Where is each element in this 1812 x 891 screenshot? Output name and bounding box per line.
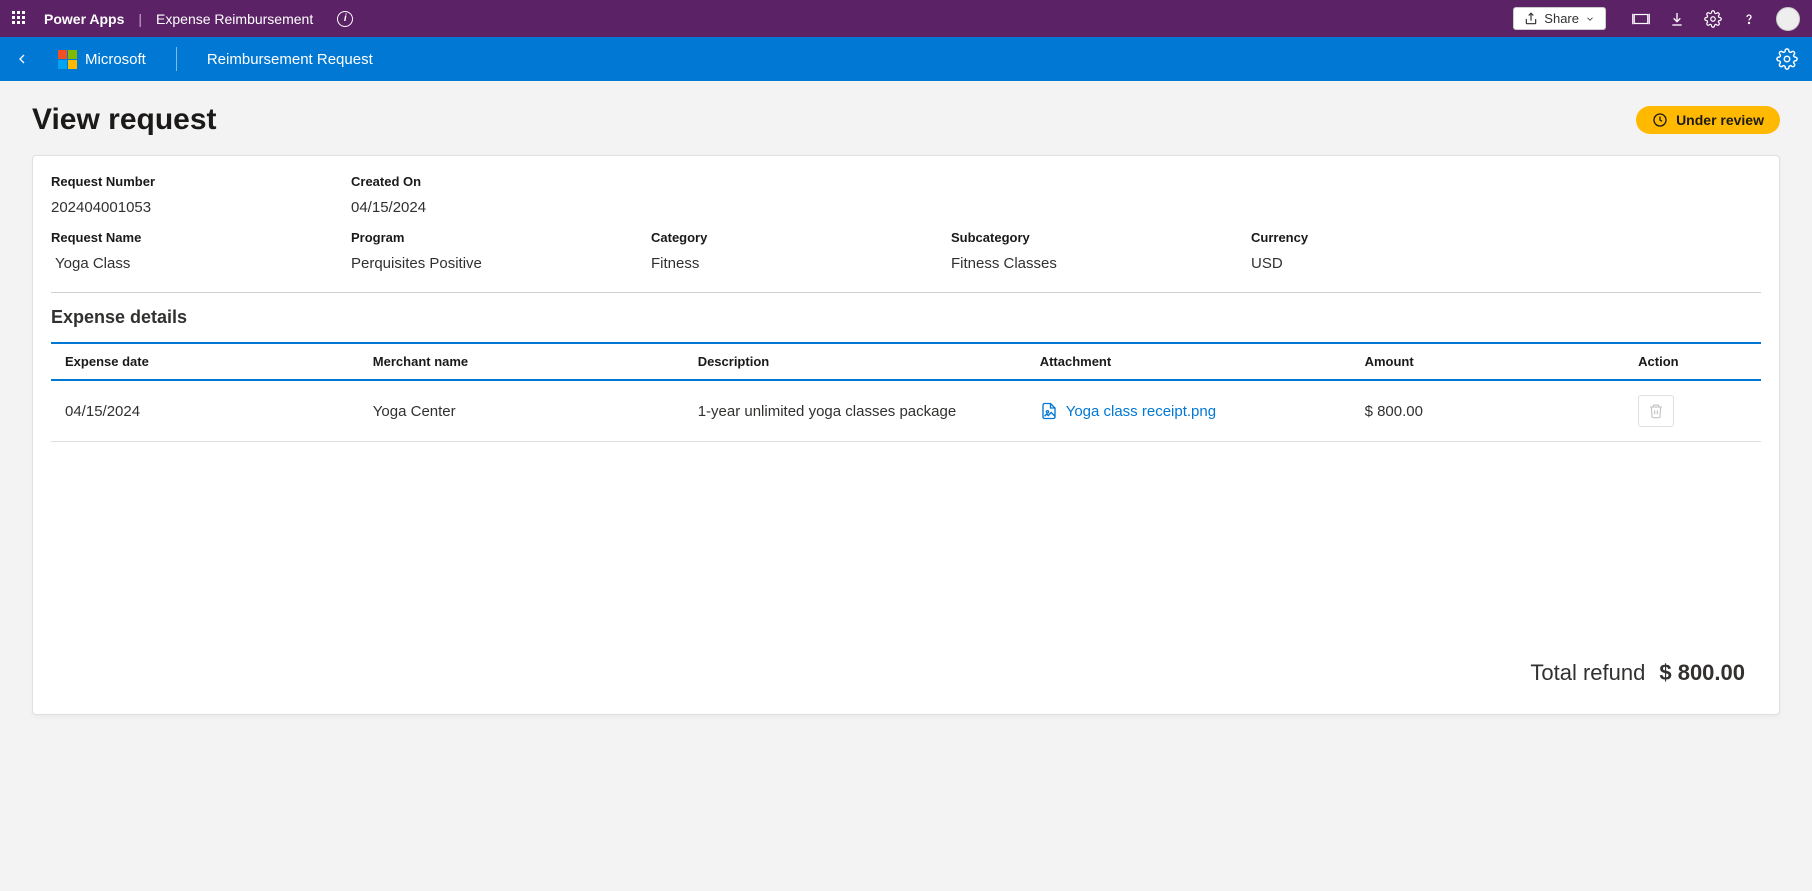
chevron-down-icon bbox=[1585, 14, 1595, 24]
share-button[interactable]: Share bbox=[1513, 7, 1606, 30]
field-value: Fitness bbox=[651, 255, 951, 272]
field-value: Fitness Classes bbox=[951, 255, 1251, 272]
field-created-on: Created On 04/15/2024 bbox=[351, 174, 651, 216]
field-label: Currency bbox=[1251, 230, 1451, 245]
help-icon[interactable] bbox=[1740, 10, 1758, 28]
back-icon[interactable] bbox=[14, 51, 30, 67]
field-label: Created On bbox=[351, 174, 651, 189]
col-merchant: Merchant name bbox=[359, 343, 684, 380]
expense-section-title: Expense details bbox=[51, 307, 1761, 328]
page-content: View request Under review Request Number… bbox=[0, 81, 1812, 715]
attachment-name: Yoga class receipt.png bbox=[1066, 403, 1216, 420]
field-label: Program bbox=[351, 230, 651, 245]
status-label: Under review bbox=[1676, 112, 1764, 128]
col-attachment: Attachment bbox=[1026, 343, 1351, 380]
field-label: Request Number bbox=[51, 174, 351, 189]
fit-screen-icon[interactable] bbox=[1632, 10, 1650, 28]
cell-description: 1-year unlimited yoga classes package bbox=[684, 380, 1026, 442]
attachment-link[interactable]: Yoga class receipt.png bbox=[1040, 402, 1337, 420]
table-header-row: Expense date Merchant name Description A… bbox=[51, 343, 1761, 380]
header-separator: | bbox=[138, 11, 142, 27]
field-subcategory: Subcategory Fitness Classes bbox=[951, 230, 1251, 272]
page-breadcrumb: Reimbursement Request bbox=[207, 51, 373, 68]
microsoft-logo-icon bbox=[58, 50, 77, 69]
global-header: Power Apps | Expense Reimbursement i Sha… bbox=[0, 0, 1812, 37]
table-row: 04/15/2024 Yoga Center 1-year unlimited … bbox=[51, 380, 1761, 442]
info-icon[interactable]: i bbox=[337, 11, 353, 27]
delete-button[interactable] bbox=[1638, 395, 1674, 427]
field-label: Request Name bbox=[51, 230, 351, 245]
divider bbox=[51, 292, 1761, 293]
app-launcher-icon[interactable] bbox=[12, 11, 28, 27]
col-expense-date: Expense date bbox=[51, 343, 359, 380]
col-amount: Amount bbox=[1351, 343, 1625, 380]
page-title: View request bbox=[32, 103, 217, 137]
field-request-number: Request Number 202404001053 bbox=[51, 174, 351, 216]
clock-icon bbox=[1652, 112, 1668, 128]
file-image-icon bbox=[1040, 402, 1058, 420]
cell-date: 04/15/2024 bbox=[51, 380, 359, 442]
total-amount: $ 800.00 bbox=[1659, 660, 1745, 686]
field-value: 04/15/2024 bbox=[351, 199, 651, 216]
app-settings-icon[interactable] bbox=[1776, 48, 1798, 70]
field-label: Category bbox=[651, 230, 951, 245]
field-value: USD bbox=[1251, 255, 1451, 272]
expense-table: Expense date Merchant name Description A… bbox=[51, 342, 1761, 442]
app-bar: Microsoft Reimbursement Request bbox=[0, 37, 1812, 81]
total-label: Total refund bbox=[1530, 660, 1645, 686]
settings-icon[interactable] bbox=[1704, 10, 1722, 28]
field-value: 202404001053 bbox=[51, 199, 351, 216]
trash-icon bbox=[1648, 403, 1664, 419]
total-row: Total refund $ 800.00 bbox=[51, 652, 1761, 686]
field-value: Yoga Class bbox=[51, 255, 351, 272]
field-category: Category Fitness bbox=[651, 230, 951, 272]
field-program: Program Perquisites Positive bbox=[351, 230, 651, 272]
col-description: Description bbox=[684, 343, 1026, 380]
cell-merchant: Yoga Center bbox=[359, 380, 684, 442]
status-badge: Under review bbox=[1636, 106, 1780, 134]
col-action: Action bbox=[1624, 343, 1761, 380]
field-currency: Currency USD bbox=[1251, 230, 1451, 272]
cell-amount: $ 800.00 bbox=[1351, 380, 1625, 442]
app-name-label: Expense Reimbursement bbox=[156, 11, 313, 27]
org-name: Microsoft bbox=[85, 51, 146, 68]
brand-label: Power Apps bbox=[44, 11, 124, 27]
field-request-name: Request Name Yoga Class bbox=[51, 230, 351, 272]
app-bar-divider bbox=[176, 47, 177, 71]
field-label: Subcategory bbox=[951, 230, 1251, 245]
user-avatar[interactable] bbox=[1776, 7, 1800, 31]
share-label: Share bbox=[1544, 11, 1579, 26]
download-icon[interactable] bbox=[1668, 10, 1686, 28]
request-card: Request Number 202404001053 Created On 0… bbox=[32, 155, 1780, 715]
share-icon bbox=[1524, 12, 1538, 26]
field-value: Perquisites Positive bbox=[351, 255, 651, 272]
